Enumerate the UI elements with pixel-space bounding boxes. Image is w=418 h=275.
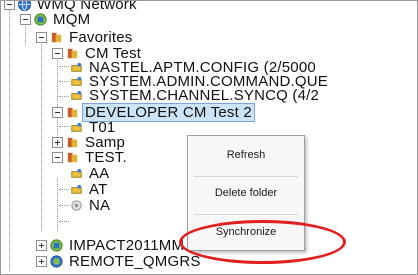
tree-node-impact2011mm[interactable]: IMPACT2011MM [36,237,186,254]
tree-node-label: NA [89,197,111,214]
queue-object-icon [71,122,82,132]
tree-guide-line [9,7,10,271]
tree-node-channel[interactable]: NA [69,197,112,214]
menu-item-label: Refresh [226,149,266,161]
tree-node-queue[interactable]: AA [69,165,111,182]
menu-separator [194,176,298,177]
tree-panel: WMQ Network MQM Favorites CM Test NASTEL… [0,0,418,275]
channel-object-icon [71,200,82,211]
tree-node-label: AA [89,165,110,182]
menu-item-delete-folder[interactable]: Delete folder [188,182,304,204]
tree-guide-line [59,66,69,67]
tree-guide-line [59,126,69,127]
tree-node-queue[interactable]: SYSTEM.CHANNEL.SYNCQ (4/2 [69,87,321,104]
tree-guide-line [59,96,69,97]
tree-node-label: AT [89,181,108,198]
favorites-folder-icon [67,107,78,118]
queue-object-icon [71,184,82,194]
collapse-toggle[interactable] [52,107,63,118]
expand-toggle[interactable] [36,240,47,251]
tree-node-label: REMOTE_QMGRS [69,253,201,270]
tree-guide-line [41,39,42,231]
tree-guide-line [59,81,69,82]
menu-item-refresh[interactable]: Refresh [188,144,304,166]
tree-node-favorites[interactable]: Favorites [36,29,135,46]
favorites-folder-icon [51,32,62,43]
queue-object-icon [71,168,82,178]
expand-toggle[interactable] [36,256,47,267]
menu-item-label: Synchronize [215,226,277,238]
context-menu: Refresh Delete folder Synchronize [187,135,305,251]
tree-node-label: SYSTEM.CHANNEL.SYNCQ (4/2 [89,87,320,104]
menu-item-label: Delete folder [214,187,278,199]
favorites-folder-icon [67,152,78,163]
collapse-toggle[interactable] [4,1,15,10]
collapse-toggle[interactable] [52,152,63,163]
tree-guide-line [57,179,58,231]
collapse-toggle[interactable] [52,48,63,59]
queue-manager-icon [50,255,63,268]
expand-toggle[interactable] [52,137,63,148]
tree-node-label: MQM [53,11,91,28]
tree-guide-line [59,189,69,190]
queue-manager-icon [50,239,63,252]
tree-node-label: IMPACT2011MM [69,237,185,254]
tree-node-label: Favorites [69,29,133,46]
queue-object-icon [71,90,82,100]
tree-node-remote-qmgrs[interactable]: REMOTE_QMGRS [36,253,203,270]
queue-manager-icon [34,13,47,26]
menu-item-synchronize[interactable]: Synchronize [188,221,304,243]
tree-node-queue[interactable]: AT [69,181,109,198]
tree-node-test[interactable]: TEST. [52,149,129,166]
menu-separator [194,214,298,215]
tree-guide-line [59,221,69,222]
tree-guide-line [59,205,69,206]
collapse-toggle[interactable] [20,14,31,25]
tree-node-label: TEST. [85,149,127,166]
tree-node-mqm[interactable]: MQM [20,11,92,28]
collapse-toggle[interactable] [36,32,47,43]
favorites-folder-icon [67,137,78,148]
